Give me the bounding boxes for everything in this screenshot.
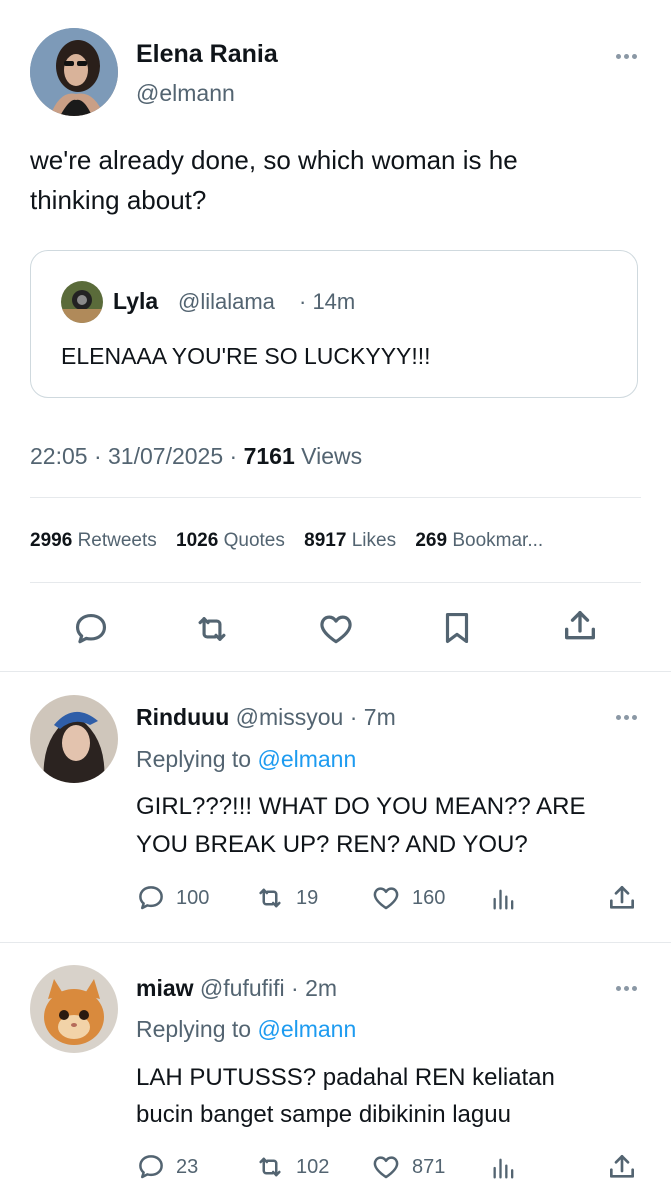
share-icon[interactable] [560,606,600,646]
bookmarks-stat[interactable]: 269 Bookmar... [415,530,543,551]
retweet-count: 19 [296,886,319,909]
quoted-tweet[interactable]: Lyla @lilalama · 14m ELENAAA YOU'RE SO L… [30,250,638,398]
meta-separator: · [229,443,238,469]
reply-time: · 2m [291,975,338,1001]
tweet-date: 31/07/2025 [108,443,224,469]
reply-comment-action[interactable]: 100 [136,883,209,913]
analytics-icon[interactable] [490,884,518,914]
comment-count: 100 [176,886,210,909]
more-options-icon[interactable] [616,986,637,991]
quote-author-name: Lyla [113,288,159,314]
like-icon[interactable] [316,610,356,648]
more-options-icon[interactable] [616,54,637,59]
comment-icon [139,886,163,910]
reply-text-line-1: LAH PUTUSSS? padahal REN keliatan [136,1064,555,1091]
views-label: Views [301,443,363,469]
more-options-icon[interactable] [616,715,637,720]
like-icon [373,887,399,910]
like-icon [373,1156,399,1179]
divider [30,497,641,498]
reply-author-name[interactable]: Rinduuu [136,704,229,730]
author-handle[interactable]: @elmann [136,80,235,107]
author-avatar[interactable] [30,28,118,116]
quote-time: · 14m [299,289,356,314]
like-count: 871 [412,1155,446,1178]
retweet-icon[interactable] [192,610,232,648]
reply-header: Rinduuu @missyou · 7m [136,704,396,731]
tweet-text-line-1: we're already done, so which woman is he [30,145,518,175]
retweet-icon [259,888,281,908]
reply-header: miaw @fufufifi · 2m [136,975,337,1002]
tweet-text-line-2: thinking about? [30,185,207,215]
meta-separator: · [93,443,102,469]
quote-text: ELENAAA YOU'RE SO LUCKYYY!!! [61,343,431,369]
reply-text-line-2: bucin banget sampe dibikinin laguu [136,1101,511,1128]
reply-author-name[interactable]: miaw [136,975,194,1001]
replying-to-link[interactable]: @elmann [257,746,356,772]
quote-author-handle: @lilalama [178,289,275,314]
comment-count: 23 [176,1155,199,1178]
bookmark-icon[interactable] [438,608,476,648]
reply-text-line-2: YOU BREAK UP? REN? AND YOU? [136,831,528,858]
like-count: 160 [412,886,446,909]
likes-stat[interactable]: 8917 Likes [304,530,396,551]
views-count: 7161 [243,443,295,469]
reply-like-action[interactable]: 160 [370,883,445,913]
reply-comment-action[interactable]: 23 [136,1152,198,1182]
share-icon[interactable] [606,1151,638,1183]
replying-to-link[interactable]: @elmann [257,1016,356,1042]
retweets-stat[interactable]: 2996 Retweets [30,530,157,551]
engagement-stats: 2996 Retweets 1026 Quotes 8917 Likes 269… [30,530,543,552]
divider [0,671,671,672]
author-name[interactable]: Elena Rania [136,40,278,69]
retweet-count: 102 [296,1155,330,1178]
analytics-icon[interactable] [490,1153,518,1183]
replying-to: Replying to @elmann [136,746,357,772]
share-icon[interactable] [606,882,638,914]
reply-avatar[interactable] [30,965,118,1053]
reply-author-handle[interactable]: @missyou [236,704,344,730]
reply-text-line-1: GIRL???!!! WHAT DO YOU MEAN?? ARE [136,793,586,820]
reply-avatar[interactable] [30,695,118,783]
reply-icon[interactable] [72,610,110,648]
retweet-icon [259,1157,281,1177]
reply-time: · 7m [349,704,396,730]
tweet-meta: 22:05 · 31/07/2025 · 7161 Views [30,443,362,470]
reply-retweet-action[interactable]: 102 [254,1152,329,1182]
divider [0,942,671,943]
reply-author-handle[interactable]: @fufufifi [200,975,285,1001]
reply-like-action[interactable]: 871 [370,1152,445,1182]
quote-avatar [61,281,103,323]
comment-icon [139,1155,163,1179]
quotes-stat[interactable]: 1026 Quotes [176,530,285,551]
replying-to: Replying to @elmann [136,1016,357,1042]
reply-retweet-action[interactable]: 19 [254,883,318,913]
tweet-time: 22:05 [30,443,88,469]
divider [30,582,641,583]
